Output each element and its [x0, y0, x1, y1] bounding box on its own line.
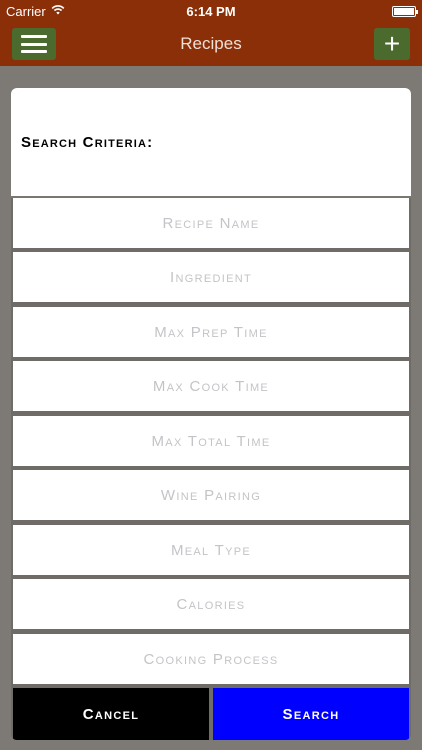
field-placeholder: Max Cook Time: [152, 377, 270, 395]
status-left: Carrier: [6, 4, 146, 19]
cooking-process-field[interactable]: Cooking Process: [13, 634, 409, 684]
battery-icon: [392, 5, 418, 17]
search-modal: Search Criteria: Recipe Name Ingredient …: [11, 88, 411, 740]
field-placeholder: Recipe Name: [162, 214, 260, 232]
max-cook-time-field[interactable]: Max Cook Time: [13, 361, 409, 411]
wine-pairing-field[interactable]: Wine Pairing: [13, 470, 409, 520]
carrier-label: Carrier: [6, 3, 46, 19]
search-button[interactable]: Search: [213, 688, 409, 740]
field-placeholder: Wine Pairing: [160, 486, 262, 504]
ingredient-field[interactable]: Ingredient: [13, 252, 409, 302]
plus-icon: +: [383, 28, 401, 59]
field-placeholder: Max Prep Time: [154, 323, 268, 341]
field-placeholder: Meal Type: [170, 541, 252, 559]
cancel-button[interactable]: Cancel: [13, 688, 209, 740]
modal-header: Search Criteria:: [11, 88, 411, 198]
status-time: 6:14 PM: [186, 3, 236, 19]
field-placeholder: Calories: [176, 595, 246, 613]
page-title: Recipes: [180, 34, 242, 53]
status-right: [276, 5, 418, 17]
calories-field[interactable]: Calories: [13, 579, 409, 629]
max-total-time-field[interactable]: Max Total Time: [13, 416, 409, 466]
field-placeholder: Ingredient: [170, 268, 252, 286]
menu-button[interactable]: [12, 28, 56, 60]
modal-title: Search Criteria:: [21, 133, 154, 151]
hamburger-icon: [21, 35, 47, 53]
meal-type-field[interactable]: Meal Type: [13, 525, 409, 575]
max-prep-time-field[interactable]: Max Prep Time: [13, 307, 409, 357]
add-recipe-button[interactable]: +: [374, 28, 410, 60]
recipe-name-field[interactable]: Recipe Name: [13, 198, 409, 248]
field-placeholder: Max Total Time: [151, 432, 271, 450]
navigation-bar: Recipes +: [0, 22, 422, 66]
field-placeholder: Cooking Process: [143, 650, 279, 668]
wifi-icon: [51, 4, 65, 18]
status-bar: Carrier 6:14 PM: [0, 0, 422, 22]
